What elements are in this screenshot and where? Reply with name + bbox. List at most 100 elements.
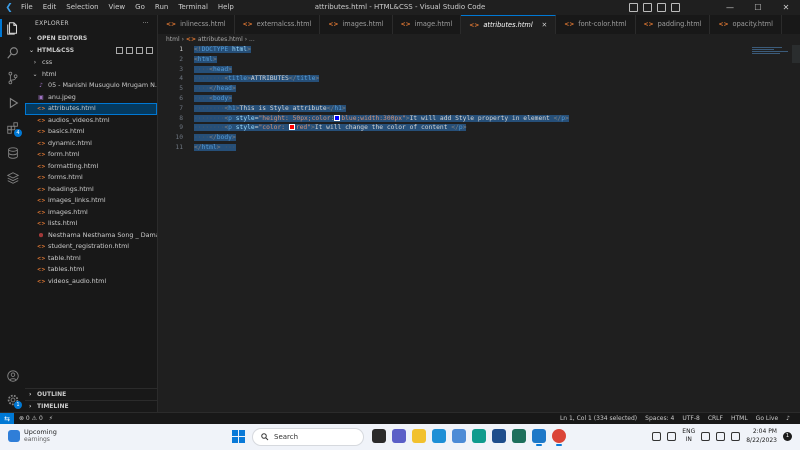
tree-folder[interactable]: ⌄ html	[25, 69, 157, 81]
tree-file[interactable]: ▣ anu.jpeg	[25, 92, 157, 104]
new-file-icon[interactable]	[116, 47, 123, 54]
extensions-icon[interactable]: 4	[0, 117, 25, 139]
workspace-section[interactable]: ⌄ HTML&CSS	[25, 45, 157, 57]
account-icon[interactable]	[0, 365, 25, 387]
tree-file[interactable]: <> headings.html	[25, 184, 157, 196]
open-editors-section[interactable]: › OPEN EDITORS	[25, 33, 157, 45]
editor-tab[interactable]: <> opacity.html	[710, 15, 782, 34]
menu-help[interactable]: Help	[213, 0, 239, 15]
breadcrumb-folder[interactable]: html	[166, 36, 180, 43]
remote-indicator-icon[interactable]: ⇆	[0, 412, 14, 425]
tree-file[interactable]: <> attributes.html	[25, 103, 157, 115]
new-folder-icon[interactable]	[126, 47, 133, 54]
tree-file[interactable]: <> forms.html	[25, 172, 157, 184]
settings-gear-icon[interactable]: 1	[0, 389, 25, 411]
tree-folder[interactable]: › css	[25, 57, 157, 69]
notification-badge[interactable]: 1	[783, 431, 792, 441]
menu-terminal[interactable]: Terminal	[173, 0, 213, 15]
database-icon[interactable]	[0, 142, 25, 164]
explorer-more-button[interactable]: ···	[142, 15, 149, 33]
file-explorer-icon[interactable]	[412, 429, 426, 443]
media-app-icon[interactable]	[512, 429, 526, 443]
editor-tab[interactable]: <> images.html	[320, 15, 393, 34]
layers-icon[interactable]	[0, 167, 25, 189]
tree-file[interactable]: ♪ 05 - Manishi Musugulo Mrugam N...	[25, 80, 157, 92]
code-content[interactable]: <!DOCTYPE html> <html> ····<head> ······…	[194, 45, 569, 153]
menu-go[interactable]: Go	[130, 0, 150, 15]
task-view-icon[interactable]	[372, 429, 386, 443]
ports-icon[interactable]: ⚡	[49, 415, 53, 422]
notifications-bell-icon[interactable]: ♪	[786, 415, 790, 422]
menu-view[interactable]: View	[104, 0, 131, 15]
tree-file[interactable]: <> lists.html	[25, 218, 157, 230]
toggle-secondary-sidebar-icon[interactable]	[657, 3, 666, 12]
start-button[interactable]	[232, 430, 245, 443]
tree-file[interactable]: <> videos_audio.html	[25, 276, 157, 288]
battery-icon[interactable]	[731, 431, 741, 441]
indentation[interactable]: Spaces: 4	[645, 415, 674, 422]
vertical-scrollbar[interactable]	[792, 45, 800, 63]
clock[interactable]: 2:04 PM 8/22/2023	[746, 427, 777, 445]
microsoft-store-icon[interactable]	[452, 429, 466, 443]
problems-indicator[interactable]: ⊗ 0 ⚠ 0	[19, 415, 43, 422]
collapse-all-icon[interactable]	[146, 47, 153, 54]
customize-layout-icon[interactable]	[671, 3, 680, 12]
onedrive-icon[interactable]	[652, 431, 662, 441]
tree-file[interactable]: <> table.html	[25, 253, 157, 265]
vscode-taskbar-icon[interactable]	[532, 429, 546, 446]
tree-file[interactable]: ⊗ Nesthama Nesthama Song _ Damar...	[25, 230, 157, 242]
breadcrumb-file[interactable]: attributes.html	[198, 36, 243, 43]
outline-section[interactable]: › OUTLINE	[25, 388, 158, 400]
tree-file[interactable]: <> form.html	[25, 149, 157, 161]
timeline-section[interactable]: › TIMELINE	[25, 400, 158, 412]
toggle-sidebar-icon[interactable]	[629, 3, 638, 12]
tree-file[interactable]: <> images_links.html	[25, 195, 157, 207]
menu-file[interactable]: File	[16, 0, 38, 15]
language-indicator[interactable]: ENG IN	[682, 428, 695, 444]
explorer-icon[interactable]	[0, 17, 25, 39]
code-editor[interactable]: 1 2 3 4 5 6 7 8 9 10 11 <!DOCTYPE html> <html> ···…	[158, 45, 800, 412]
minimap[interactable]	[752, 47, 792, 55]
tree-file[interactable]: <> images.html	[25, 207, 157, 219]
volume-icon[interactable]	[716, 431, 726, 441]
encoding[interactable]: UTF-8	[682, 415, 700, 422]
menu-selection[interactable]: Selection	[61, 0, 103, 15]
maximize-button[interactable]: ☐	[744, 0, 772, 15]
editor-tab[interactable]: <> font-color.html	[556, 15, 636, 34]
tree-file[interactable]: <> basics.html	[25, 126, 157, 138]
menu-edit[interactable]: Edit	[38, 0, 62, 15]
search-icon[interactable]	[0, 42, 25, 64]
go-live-button[interactable]: Go Live	[756, 415, 778, 422]
color-swatch-red[interactable]	[288, 124, 295, 131]
editor-tab[interactable]: <> image.html	[393, 15, 462, 34]
tree-file[interactable]: <> formatting.html	[25, 161, 157, 173]
editor-tab[interactable]: <> padding.html	[636, 15, 711, 34]
editor-tab[interactable]: <> attributes.html ✕	[461, 15, 557, 35]
wifi-icon[interactable]	[701, 431, 711, 441]
tree-file[interactable]: <> audios_videos.html	[25, 115, 157, 127]
refresh-icon[interactable]	[136, 47, 143, 54]
weather-widget[interactable]: Upcoming earnings	[8, 428, 57, 444]
toggle-panel-icon[interactable]	[643, 3, 652, 12]
language-mode[interactable]: HTML	[731, 415, 748, 422]
teams-chat-icon[interactable]	[392, 429, 406, 443]
cursor-position[interactable]: Ln 1, Col 1 (334 selected)	[560, 415, 637, 422]
reader-app-icon[interactable]	[492, 429, 506, 443]
editor-tab[interactable]: <> externalcss.html	[235, 15, 321, 34]
taskbar-search[interactable]: Search	[252, 428, 364, 446]
tree-file[interactable]: <> student_registration.html	[25, 241, 157, 253]
source-control-icon[interactable]	[0, 67, 25, 89]
tree-file[interactable]: <> dynamic.html	[25, 138, 157, 150]
run-debug-icon[interactable]	[0, 92, 25, 114]
editor-tab[interactable]: <> inlinecss.html	[158, 15, 235, 34]
breadcrumb-symbol[interactable]: › ...	[245, 36, 255, 43]
tab-close-icon[interactable]: ✕	[542, 16, 548, 35]
chrome-icon[interactable]	[552, 429, 566, 446]
tree-file[interactable]: <> tables.html	[25, 264, 157, 276]
minimize-button[interactable]: —	[716, 0, 744, 15]
color-swatch-blue[interactable]	[334, 114, 341, 121]
close-button[interactable]: ✕	[772, 0, 800, 15]
learning-app-icon[interactable]	[472, 429, 486, 443]
line-ending[interactable]: CRLF	[708, 415, 723, 422]
menu-run[interactable]: Run	[150, 0, 173, 15]
